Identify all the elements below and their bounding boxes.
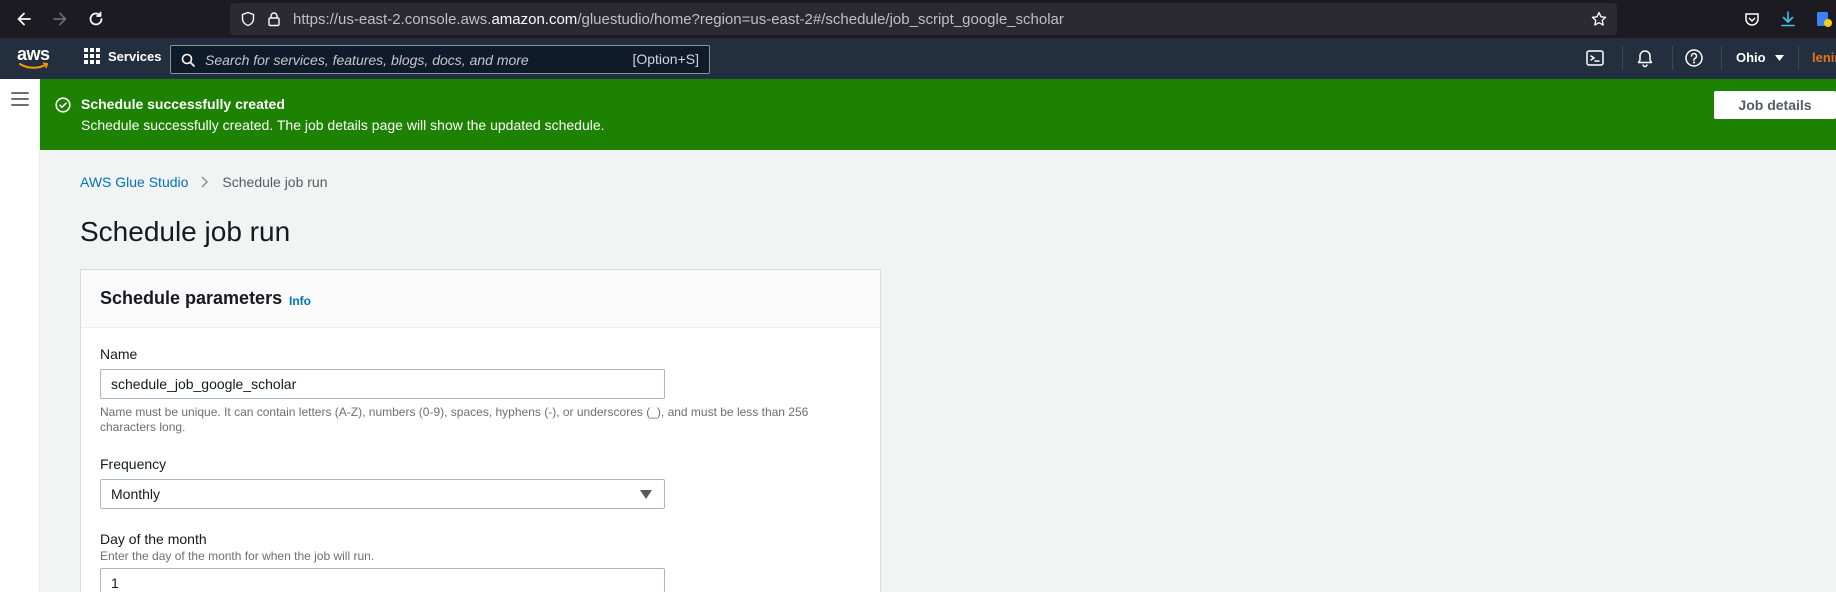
day-of-month-value: 1 <box>111 575 119 591</box>
container-header: Schedule parameters Info <box>81 270 880 328</box>
browser-toolbar: https://us-east-2.console.aws.amazon.com… <box>0 0 1836 38</box>
schedule-parameters-container: Schedule parameters Info Name schedule_j… <box>80 269 881 592</box>
check-circle-icon <box>55 97 71 113</box>
breadcrumb: AWS Glue Studio Schedule job run <box>80 174 328 190</box>
name-hint: Name must be unique. It can contain lett… <box>100 405 809 434</box>
url-bar[interactable]: https://us-east-2.console.aws.amazon.com… <box>230 3 1617 35</box>
aws-logo[interactable]: aws <box>17 42 51 72</box>
side-nav-rail <box>0 79 40 592</box>
frequency-value: Monthly <box>111 486 161 502</box>
bell-icon[interactable] <box>1635 48 1655 68</box>
chevron-right-icon <box>201 176 209 188</box>
nav-separator <box>1622 46 1623 70</box>
extension-icon[interactable] <box>1812 7 1836 31</box>
frequency-select[interactable]: Monthly <box>100 479 665 509</box>
search-shortcut: [Option+S] <box>632 51 699 67</box>
search-icon <box>181 53 195 67</box>
caret-down-icon <box>640 490 652 499</box>
info-link[interactable]: Info <box>289 294 311 308</box>
search-placeholder: Search for services, features, blogs, do… <box>205 52 529 68</box>
menu-icon[interactable] <box>11 92 29 106</box>
breadcrumb-current: Schedule job run <box>222 174 328 190</box>
services-label: Services <box>108 48 162 64</box>
help-icon[interactable] <box>1684 48 1704 68</box>
star-icon[interactable] <box>1591 11 1607 27</box>
job-details-button[interactable]: Job details <box>1714 91 1836 119</box>
day-of-month-field[interactable]: 1 <box>100 568 665 592</box>
cloudshell-icon[interactable] <box>1585 48 1605 68</box>
success-flash: Schedule successfully created Schedule s… <box>40 79 1836 150</box>
search-input[interactable]: Search for services, features, blogs, do… <box>170 45 710 74</box>
frequency-label: Frequency <box>100 456 167 472</box>
grid-icon <box>84 48 100 64</box>
url-text[interactable]: https://us-east-2.console.aws.amazon.com… <box>293 11 1064 28</box>
nav-separator <box>1798 46 1799 70</box>
download-icon[interactable] <box>1776 7 1800 31</box>
page-title: Schedule job run <box>80 216 291 247</box>
day-of-month-label: Day of the month <box>100 531 207 547</box>
pocket-icon[interactable] <box>1740 7 1764 31</box>
name-field[interactable]: schedule_job_google_scholar <box>100 369 665 399</box>
region-selector[interactable]: Ohio <box>1736 50 1785 65</box>
caret-down-icon <box>1775 55 1785 61</box>
forward-icon[interactable] <box>48 7 72 31</box>
day-of-month-hint: Enter the day of the month for when the … <box>100 549 375 563</box>
aws-top-nav: aws Services Search for services, featur… <box>0 38 1836 79</box>
account-menu[interactable]: lenin <box>1812 50 1836 65</box>
nav-separator <box>1672 46 1673 70</box>
nav-separator <box>1721 46 1722 70</box>
shield-icon[interactable] <box>240 11 256 27</box>
name-label: Name <box>100 346 138 362</box>
reload-icon[interactable] <box>84 7 108 31</box>
lock-icon[interactable] <box>266 11 282 27</box>
container-title: Schedule parameters <box>100 288 283 308</box>
region-label: Ohio <box>1736 50 1766 65</box>
name-value: schedule_job_google_scholar <box>111 376 297 392</box>
flash-title: Schedule successfully created <box>81 96 285 112</box>
back-icon[interactable] <box>12 7 36 31</box>
flash-message: Schedule successfully created. The job d… <box>81 117 605 133</box>
breadcrumb-glue-studio[interactable]: AWS Glue Studio <box>80 174 188 190</box>
services-menu[interactable]: Services <box>84 48 162 64</box>
